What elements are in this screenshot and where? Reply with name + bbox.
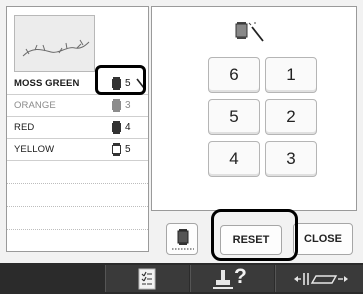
thread-order-number: 5 xyxy=(125,144,131,155)
thread-color-name: MOSS GREEN xyxy=(14,78,80,89)
order-key-1[interactable]: 1 xyxy=(265,57,317,93)
thread-spool-button[interactable] xyxy=(166,223,198,255)
spool-icon xyxy=(112,99,121,112)
thread-color-list: MOSS GREEN 5 ORANGE 3 RED 4 YELLOW 5 xyxy=(7,73,148,230)
checklist-icon[interactable] xyxy=(137,268,157,290)
status-bar: ? xyxy=(0,263,363,294)
thread-order-number: 4 xyxy=(125,122,131,133)
thread-order-keypad-panel: 6 1 5 2 4 3 xyxy=(151,6,357,211)
close-button[interactable]: CLOSE xyxy=(293,223,353,255)
thread-color-name: ORANGE xyxy=(14,100,56,111)
thread-row-empty xyxy=(7,184,148,207)
frame-move-icon[interactable] xyxy=(292,269,350,289)
reset-highlight-frame xyxy=(211,209,298,261)
spool-with-wand-icon xyxy=(235,22,264,42)
thread-row-empty xyxy=(7,161,148,184)
thread-spool-button-icon xyxy=(172,229,194,250)
help-question-mark: ? xyxy=(234,265,247,288)
spool-icon xyxy=(112,143,121,156)
order-key-5[interactable]: 5 xyxy=(208,99,260,135)
order-key-3[interactable]: 3 xyxy=(265,141,317,177)
order-key-6[interactable]: 6 xyxy=(208,57,260,93)
order-key-2[interactable]: 2 xyxy=(265,99,317,135)
thread-order-number: 3 xyxy=(125,100,131,111)
thread-color-name: RED xyxy=(14,122,35,133)
order-key-4[interactable]: 4 xyxy=(208,141,260,177)
spool-icon xyxy=(112,121,121,134)
presser-foot-icon xyxy=(213,270,233,289)
thread-row-yellow[interactable]: YELLOW 5 xyxy=(7,139,148,161)
thread-row-red[interactable]: RED 4 xyxy=(7,117,148,139)
spool-highlight-frame xyxy=(95,65,146,95)
thread-color-name: YELLOW xyxy=(14,144,55,155)
embroidery-preview xyxy=(14,15,95,72)
thread-row-empty xyxy=(7,207,148,230)
thread-color-panel: MOSS GREEN 5 ORANGE 3 RED 4 YELLOW 5 xyxy=(6,6,149,252)
presser-foot-help-button[interactable]: ? xyxy=(213,265,253,291)
thread-row-orange[interactable]: ORANGE 3 xyxy=(7,95,148,117)
embroidery-pattern-image xyxy=(22,39,90,57)
